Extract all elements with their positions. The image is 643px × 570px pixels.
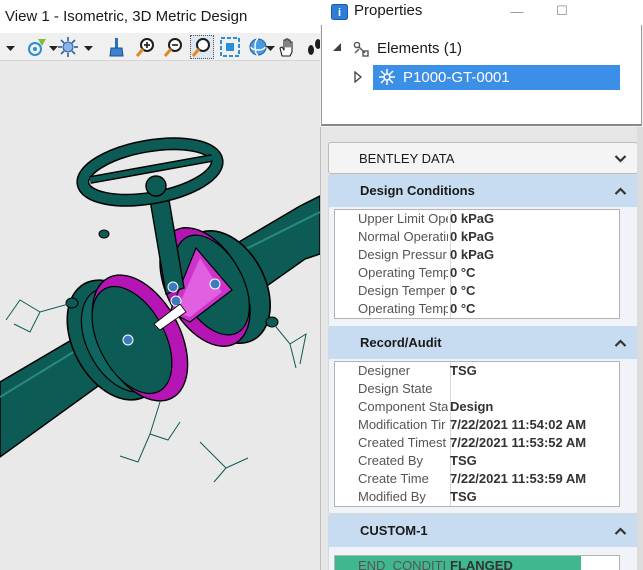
prop-value: TSG (450, 363, 477, 378)
prop-name: Created By (358, 453, 424, 468)
minimize-button[interactable]: — (502, 0, 532, 22)
window-area-icon[interactable] (190, 35, 214, 59)
scrollbar[interactable] (637, 127, 643, 570)
display-style-icon[interactable] (56, 35, 80, 59)
prop-value: 0 kPaG (450, 229, 495, 244)
properties-titlebar: i Properties — ☐ (320, 0, 643, 25)
fit-view-icon[interactable] (218, 35, 242, 59)
prop-row[interactable]: END_CONDITI FLANGED (335, 556, 619, 570)
view-title: View 1 - Isometric, 3D Metric Design (0, 0, 320, 33)
prop-value: 7/22/2021 11:53:52 AM (450, 435, 587, 450)
view-window: View 1 - Isometric, 3D Metric Design (0, 0, 320, 570)
prop-name: Modification Tir (358, 417, 446, 432)
element-tree: Elements (1) P1000-GT-0001 (321, 25, 642, 126)
chevron-up-icon[interactable] (614, 185, 627, 197)
section-record-label: Record/Audit (360, 335, 442, 350)
prop-value: FLANGED (450, 558, 513, 570)
section-custom-label: CUSTOM-1 (360, 523, 428, 538)
prop-name: Create Time (358, 471, 429, 486)
tree-root-label: Elements (1) (377, 39, 463, 57)
prop-row[interactable]: Created Timest 7/22/2021 11:53:52 AM (335, 434, 619, 452)
prop-name: Operating Temp (358, 301, 448, 316)
chevron-up-icon[interactable] (614, 525, 627, 537)
prop-row[interactable]: Modification Tir 7/22/2021 11:54:02 AM (335, 416, 619, 434)
section-custom-header[interactable]: CUSTOM-1 (329, 515, 637, 547)
prop-name: Designer (358, 363, 411, 378)
prop-value: 0 kPaG (450, 247, 495, 262)
prop-row[interactable]: Create Time 7/22/2021 11:53:59 AM (335, 470, 619, 488)
chevron-down-icon[interactable] (614, 153, 627, 165)
prop-row[interactable]: Design State (335, 380, 619, 398)
prop-name: END_CONDITI (358, 558, 447, 570)
zoom-in-icon[interactable] (134, 35, 158, 59)
chevron-down-icon[interactable] (6, 41, 15, 53)
prop-row[interactable]: Design Pressur 0 kPaG (335, 246, 619, 264)
maximize-button[interactable]: ☐ (547, 0, 577, 22)
design-conditions-table: Upper Limit Ope 0 kPaG Normal Operatir 0 k… (334, 209, 620, 319)
section-record-header[interactable]: Record/Audit (329, 327, 637, 359)
section-bentley-label: BENTLEY DATA (359, 151, 455, 166)
properties-panel: i Properties — ☐ Elements (1) P1000-GT-0… (320, 0, 643, 570)
section-record-audit: Record/Audit Designer TSG Design State Co… (328, 326, 638, 514)
tree-root-elements[interactable]: Elements (1) (331, 36, 462, 60)
prop-value: TSG (450, 489, 477, 504)
prop-value: 7/22/2021 11:53:59 AM (450, 471, 587, 486)
properties-app-icon: i (331, 4, 348, 20)
custom-1-table: END_CONDITI FLANGED (334, 555, 620, 570)
prop-row[interactable]: Operating Temp 0 °C (335, 264, 619, 282)
prop-value: 0 kPaG (450, 211, 495, 226)
prop-row[interactable]: Design Temper 0 °C (335, 282, 619, 300)
prop-name: Design Pressur (358, 247, 447, 262)
prop-value: 7/22/2021 11:54:02 AM (450, 417, 587, 432)
prop-name: Design Temper (358, 283, 446, 298)
tree-child-p1000[interactable]: P1000-GT-0001 (352, 64, 620, 90)
pan-hand-icon[interactable] (275, 35, 299, 59)
section-design-header[interactable]: Design Conditions (329, 175, 637, 207)
svg-text:i: i (338, 7, 341, 19)
chevron-down-icon[interactable] (84, 41, 93, 53)
chevron-down-icon[interactable] (266, 41, 275, 53)
section-design-label: Design Conditions (360, 183, 475, 198)
elements-icon (352, 39, 370, 57)
chevron-up-icon[interactable] (614, 337, 627, 349)
prop-row[interactable]: Component Sta Design (335, 398, 619, 416)
valve-icon (378, 68, 396, 86)
walk-icon[interactable] (302, 35, 320, 59)
zoom-out-icon[interactable] (162, 35, 186, 59)
prop-name: Operating Temp (358, 265, 448, 280)
prop-name: Component Sta (358, 399, 448, 414)
prop-value: 0 °C (450, 265, 476, 280)
section-bentley-header[interactable]: BENTLEY DATA (328, 142, 638, 174)
prop-name: Normal Operatir (358, 229, 448, 244)
section-bentley-data[interactable]: BENTLEY DATA (328, 142, 638, 174)
properties-title: Properties (354, 2, 423, 19)
prop-row[interactable]: Designer TSG (335, 362, 619, 380)
property-groups: BENTLEY DATA Design Conditions Upper Lim… (320, 127, 643, 570)
brush-icon[interactable] (104, 35, 128, 59)
record-audit-table: Designer TSG Design State Component Sta De… (334, 361, 620, 507)
prop-name: Design State (358, 381, 433, 396)
prop-name: Created Timest (358, 435, 447, 450)
expand-triangle-icon[interactable] (352, 71, 364, 83)
section-custom-1: CUSTOM-1 END_CONDITI FLANGED (328, 514, 638, 570)
selected-element[interactable]: P1000-GT-0001 (373, 64, 620, 90)
prop-value: 0 °C (450, 301, 476, 316)
snaps-icon[interactable] (25, 35, 49, 59)
prop-row[interactable]: Upper Limit Ope 0 kPaG (335, 210, 619, 228)
tree-child-label: P1000-GT-0001 (403, 68, 510, 86)
prop-value: Design (450, 399, 494, 414)
prop-row[interactable]: Created By TSG (335, 452, 619, 470)
prop-row[interactable]: Normal Operatir 0 kPaG (335, 228, 619, 246)
prop-value: TSG (450, 453, 477, 468)
model-viewport[interactable] (0, 62, 320, 570)
prop-name: Upper Limit Ope (358, 211, 448, 226)
prop-row[interactable]: Modified By TSG (335, 488, 619, 506)
valve-3d-model (0, 62, 320, 570)
collapse-triangle-icon[interactable] (331, 42, 343, 54)
prop-row[interactable]: Operating Temp 0 °C (335, 300, 619, 318)
view-toolbar (0, 33, 320, 61)
prop-value: 0 °C (450, 283, 476, 298)
section-design-conditions: Design Conditions Upper Limit Ope 0 kPaG … (328, 174, 638, 328)
prop-name: Modified By (358, 489, 426, 504)
